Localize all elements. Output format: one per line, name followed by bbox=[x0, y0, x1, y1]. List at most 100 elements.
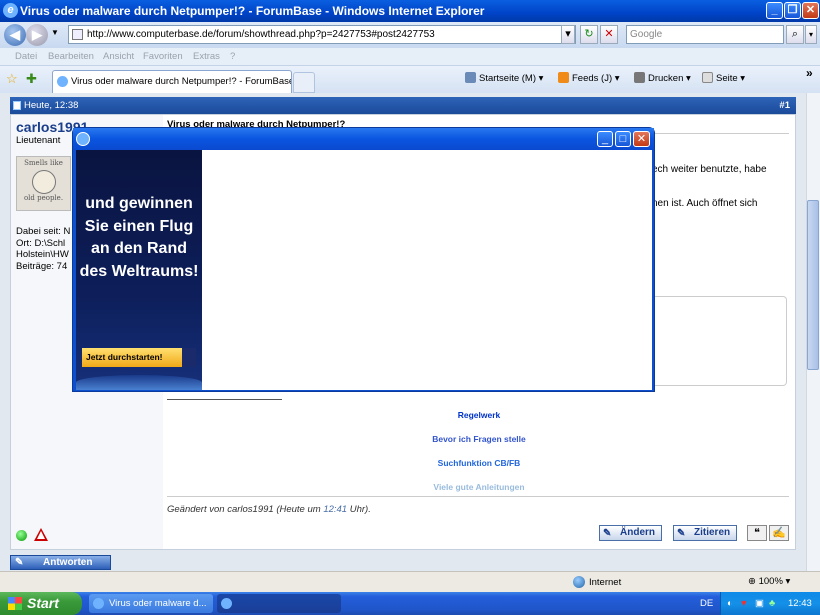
menu-datei[interactable]: Datei bbox=[15, 48, 37, 66]
menu-bearbeiten[interactable]: Bearbeiten bbox=[48, 48, 94, 66]
maximize-button[interactable]: ❐ bbox=[784, 2, 801, 19]
globe-icon bbox=[573, 576, 585, 588]
reply-icon: ✎ bbox=[15, 557, 24, 568]
quote-post-button[interactable]: ✎ Zitieren bbox=[673, 525, 738, 541]
print-button[interactable]: Drucken ▾ bbox=[634, 72, 691, 86]
user-rank: Lieutenant bbox=[16, 135, 61, 146]
taskbar: Start Virus oder malware d... DE ◐ ♥ ▣ ♣… bbox=[0, 592, 820, 615]
post-footer-divider bbox=[167, 496, 789, 497]
zoom-control[interactable]: ⊕ 100% ▾ bbox=[748, 576, 790, 587]
edit-note-time: 12:41 bbox=[323, 504, 348, 515]
ad-cta-label: Jetzt durchstarten! bbox=[86, 352, 163, 362]
reply-label: Antworten bbox=[43, 557, 93, 568]
popup-close-button[interactable]: ✕ bbox=[633, 131, 650, 147]
signature-link-anleitungen[interactable]: Viele gute Anleitungen bbox=[163, 482, 795, 492]
close-button[interactable]: ✕ bbox=[802, 2, 819, 19]
address-url: http://www.computerbase.de/forum/showthr… bbox=[87, 29, 435, 40]
tray-security-icon[interactable]: ♣ bbox=[769, 592, 775, 615]
popup-minimize-button[interactable]: _ bbox=[597, 131, 613, 147]
favorites-star-icon[interactable]: ☆ bbox=[6, 71, 18, 87]
status-bar: Internet ⊕ 100% ▾ bbox=[0, 571, 820, 592]
search-input[interactable]: Google bbox=[626, 25, 784, 44]
page-label: Seite bbox=[716, 73, 738, 84]
address-dropdown-button[interactable]: ▾ bbox=[561, 25, 575, 44]
popup-maximize-button[interactable]: □ bbox=[615, 131, 631, 147]
start-label: Start bbox=[27, 595, 59, 611]
edit-post-button[interactable]: ✎ Ändern bbox=[599, 525, 662, 541]
taskbar-popup-icon bbox=[221, 598, 232, 609]
printer-icon bbox=[634, 72, 645, 83]
edit-note-prefix: Geändert von carlos1991 (Heute um bbox=[167, 504, 324, 515]
tray-network-icon[interactable]: ▣ bbox=[755, 592, 764, 615]
ad-cta-button[interactable]: Jetzt durchstarten! bbox=[82, 348, 196, 367]
search-options-icon[interactable]: ▾ bbox=[805, 25, 817, 44]
signature-link-suchfunktion[interactable]: Suchfunktion CB/FB bbox=[163, 458, 795, 468]
taskbar-item-label: Virus oder malware d... bbox=[109, 598, 207, 609]
message-text-line-1: ech weiter benutzte, habe bbox=[652, 164, 767, 175]
taskbar-item-forum[interactable]: Virus oder malware d... bbox=[89, 594, 213, 613]
add-favorites-icon[interactable]: ✚ bbox=[26, 71, 37, 87]
page-menu-icon bbox=[702, 72, 713, 83]
menu-extras[interactable]: Extras bbox=[193, 48, 220, 66]
feeds-button[interactable]: Feeds (J) ▾ bbox=[558, 72, 620, 86]
feed-icon bbox=[558, 72, 569, 83]
tab-forum[interactable]: Virus oder malware durch Netpumper!? - F… bbox=[52, 70, 292, 93]
new-tab-button[interactable] bbox=[293, 72, 315, 93]
reply-button[interactable]: ✎ Antworten bbox=[10, 555, 111, 570]
edit-icon: ✎ bbox=[603, 528, 612, 539]
page-icon bbox=[72, 29, 83, 40]
chevron-right-icon[interactable]: » bbox=[806, 66, 813, 80]
tab-row: ☆ ✚ Virus oder malware durch Netpumper!?… bbox=[0, 66, 820, 93]
avatar-caption-top: Smells like bbox=[24, 159, 63, 167]
report-warning-icon[interactable] bbox=[34, 528, 48, 541]
quote-post-label: Zitieren bbox=[694, 527, 731, 538]
quote-icon: ✎ bbox=[677, 528, 686, 539]
signature-link-fragen[interactable]: Bevor ich Fragen stelle bbox=[163, 434, 795, 444]
security-zone[interactable]: Internet bbox=[573, 576, 621, 588]
signature-link-regelwerk[interactable]: Regelwerk bbox=[163, 410, 795, 420]
back-button[interactable]: ◀ bbox=[4, 24, 26, 46]
tray-heart-icon[interactable]: ♥ bbox=[741, 592, 747, 615]
start-button[interactable]: Start bbox=[0, 592, 82, 615]
taskbar-item-popup[interactable] bbox=[217, 594, 341, 613]
forward-button[interactable]: ▶ bbox=[26, 24, 48, 46]
menu-bar: Datei Bearbeiten Ansicht Favoriten Extra… bbox=[0, 48, 820, 66]
windows-logo-icon bbox=[8, 597, 22, 610]
user-info: Dabei seit: N Ort: D:\Schl Holstein\HW B… bbox=[16, 226, 71, 272]
post-date: Heute, 12:38 bbox=[24, 100, 79, 111]
zoom-icon: ⊕ bbox=[748, 576, 756, 587]
home-button[interactable]: Startseite (M) ▾ bbox=[465, 72, 543, 86]
popup-title-bar[interactable]: _ □ ✕ bbox=[73, 128, 654, 150]
popup-window: _ □ ✕ und gewinnen Sie einen Flug an den… bbox=[72, 127, 655, 392]
edit-post-label: Ändern bbox=[620, 527, 655, 538]
avatar-caption-bottom: old people. bbox=[23, 194, 64, 202]
feeds-label: Feeds (J) bbox=[572, 73, 613, 84]
history-dropdown-icon[interactable]: ▼ bbox=[51, 28, 59, 37]
multi-quote-icon[interactable]: ❝ bbox=[747, 525, 767, 541]
message-text-line-2: nen ist. Auch öffnet sich bbox=[652, 198, 758, 209]
home-label: Startseite (M) bbox=[479, 73, 537, 84]
print-label: Drucken bbox=[648, 73, 684, 84]
avatar: Smells like old people. bbox=[16, 156, 71, 211]
search-icon[interactable]: ⌕ bbox=[786, 25, 804, 44]
advertisement-banner[interactable]: und gewinnen Sie einen Flug an den Rand … bbox=[76, 150, 202, 390]
language-indicator[interactable]: DE bbox=[700, 592, 713, 615]
earth-horizon-image bbox=[76, 375, 202, 390]
zoom-label: 100% bbox=[758, 576, 783, 587]
clock[interactable]: 12:43 bbox=[788, 592, 812, 615]
edit-note: Geändert von carlos1991 (Heute um 12:41 … bbox=[167, 504, 371, 515]
window-title-bar[interactable]: e Virus oder malware durch Netpumper!? -… bbox=[0, 0, 820, 22]
stop-button[interactable]: ✕ bbox=[600, 25, 618, 44]
tray-volume-icon[interactable]: ◐ bbox=[727, 592, 733, 615]
post-number[interactable]: #1 bbox=[779, 97, 790, 114]
address-field[interactable]: http://www.computerbase.de/forum/showthr… bbox=[68, 25, 576, 44]
menu-ansicht[interactable]: Ansicht bbox=[103, 48, 134, 66]
scrollbar-thumb[interactable] bbox=[807, 200, 819, 370]
refresh-button[interactable]: ↻ bbox=[580, 25, 598, 44]
menu-help[interactable]: ? bbox=[230, 48, 235, 66]
popup-ie-icon bbox=[76, 132, 90, 146]
menu-favoriten[interactable]: Favoriten bbox=[143, 48, 183, 66]
minimize-button[interactable]: _ bbox=[766, 2, 783, 19]
quick-reply-icon[interactable]: ✍ bbox=[769, 525, 789, 541]
page-menu-button[interactable]: Seite ▾ bbox=[702, 72, 745, 86]
